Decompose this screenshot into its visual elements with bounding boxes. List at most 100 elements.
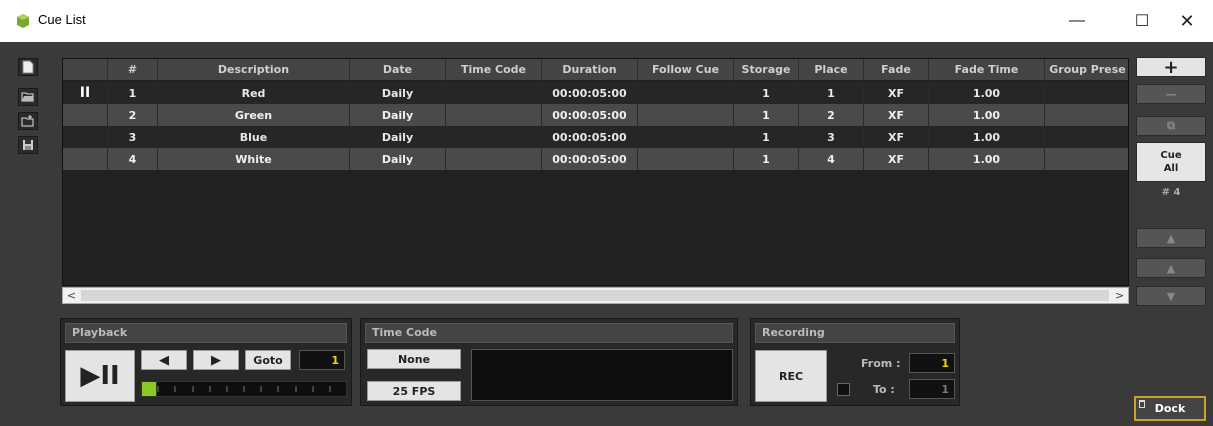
cell-storage[interactable]: 1	[734, 126, 799, 148]
scrollbar-thumb[interactable]	[81, 290, 1109, 301]
dock-label: Dock	[1154, 402, 1186, 415]
playing-indicator	[63, 148, 108, 170]
cell-group-preset[interactable]	[1045, 126, 1128, 148]
cell-time-code[interactable]	[446, 104, 542, 126]
table-row[interactable]: II 1 Red Daily 00:00:05:00 1 1 XF 1.00	[63, 82, 1128, 104]
cell-number[interactable]: 4	[108, 148, 158, 170]
playback-header: Playback	[65, 323, 347, 343]
cell-description[interactable]: Green	[158, 104, 350, 126]
cell-fade-time[interactable]: 1.00	[929, 148, 1045, 170]
cell-duration[interactable]: 00:00:05:00	[542, 148, 638, 170]
play-pause-button[interactable]: ▶II	[65, 350, 135, 402]
cell-group-preset[interactable]	[1045, 82, 1128, 104]
cell-date[interactable]: Daily	[350, 104, 446, 126]
playing-indicator	[63, 126, 108, 148]
column-header-fade-time[interactable]: Fade Time	[929, 59, 1045, 80]
column-header-place[interactable]: Place	[799, 59, 864, 80]
cell-follow-cue[interactable]	[638, 148, 734, 170]
cell-follow-cue[interactable]	[638, 82, 734, 104]
move-to-top-button[interactable]: ▲	[1136, 228, 1206, 248]
dock-button[interactable]: Dock	[1134, 396, 1206, 421]
cell-number[interactable]: 3	[108, 126, 158, 148]
cell-fade[interactable]: XF	[864, 126, 929, 148]
playback-progress-bar[interactable]	[141, 381, 347, 397]
cell-description[interactable]: Red	[158, 82, 350, 104]
column-header-duration[interactable]: Duration	[542, 59, 638, 80]
import-cue-list-button[interactable]	[18, 112, 38, 130]
column-header-follow-cue[interactable]: Follow Cue	[638, 59, 734, 80]
open-cue-list-button[interactable]	[18, 88, 38, 106]
playing-indicator: II	[63, 82, 108, 104]
cell-time-code[interactable]	[446, 82, 542, 104]
scroll-left-arrow[interactable]: <	[63, 288, 80, 303]
column-header-play[interactable]	[63, 59, 108, 80]
scroll-right-arrow[interactable]: >	[1111, 288, 1128, 303]
cell-fade[interactable]: XF	[864, 104, 929, 126]
cell-description[interactable]: White	[158, 148, 350, 170]
move-up-button[interactable]: ▲	[1136, 258, 1206, 278]
column-header-description[interactable]: Description	[158, 59, 350, 80]
cell-number[interactable]: 2	[108, 104, 158, 126]
close-button[interactable]: ✕	[1165, 0, 1209, 42]
cell-group-preset[interactable]	[1045, 148, 1128, 170]
save-cue-list-button[interactable]	[18, 136, 38, 154]
move-down-button[interactable]: ▼	[1136, 286, 1206, 306]
cell-fade-time[interactable]: 1.00	[929, 126, 1045, 148]
table-row[interactable]: 2 Green Daily 00:00:05:00 1 2 XF 1.00	[63, 104, 1128, 126]
cell-place[interactable]: 4	[799, 148, 864, 170]
cell-group-preset[interactable]	[1045, 104, 1128, 126]
cell-date[interactable]: Daily	[350, 82, 446, 104]
cell-place[interactable]: 1	[799, 82, 864, 104]
cell-follow-cue[interactable]	[638, 104, 734, 126]
next-cue-button[interactable]: ▶	[193, 350, 239, 370]
cue-all-button[interactable]: Cue All	[1136, 142, 1206, 182]
column-header-date[interactable]: Date	[350, 59, 446, 80]
cell-storage[interactable]: 1	[734, 104, 799, 126]
cell-duration[interactable]: 00:00:05:00	[542, 82, 638, 104]
previous-cue-button[interactable]: ◀	[141, 350, 187, 370]
cell-time-code[interactable]	[446, 148, 542, 170]
from-cue-input[interactable]: 1	[909, 353, 955, 373]
column-header-storage[interactable]: Storage	[734, 59, 799, 80]
cell-storage[interactable]: 1	[734, 148, 799, 170]
cell-description[interactable]: Blue	[158, 126, 350, 148]
horizontal-scrollbar[interactable]: < >	[62, 287, 1129, 304]
new-cue-list-button[interactable]	[18, 58, 38, 76]
table-row[interactable]: 4 White Daily 00:00:05:00 1 4 XF 1.00	[63, 148, 1128, 170]
column-header-number[interactable]: #	[108, 59, 158, 80]
cell-number[interactable]: 1	[108, 82, 158, 104]
cell-duration[interactable]: 00:00:05:00	[542, 126, 638, 148]
goto-cue-input[interactable]: 1	[299, 350, 345, 370]
column-header-time-code[interactable]: Time Code	[446, 59, 542, 80]
cue-table[interactable]: # Description Date Time Code Duration Fo…	[62, 58, 1129, 286]
minimize-button[interactable]: —	[1055, 0, 1099, 42]
time-code-fps-button[interactable]: 25 FPS	[367, 381, 461, 401]
cell-follow-cue[interactable]	[638, 126, 734, 148]
add-cue-button[interactable]: +	[1136, 57, 1206, 78]
to-cue-input[interactable]: 1	[909, 379, 955, 399]
maximize-button[interactable]: ☐	[1120, 0, 1164, 42]
cell-date[interactable]: Daily	[350, 148, 446, 170]
goto-button[interactable]: Goto	[245, 350, 291, 370]
time-code-source-button[interactable]: None	[367, 349, 461, 369]
cell-fade[interactable]: XF	[864, 82, 929, 104]
cell-duration[interactable]: 00:00:05:00	[542, 104, 638, 126]
cue-table-header: # Description Date Time Code Duration Fo…	[63, 59, 1128, 80]
cell-place[interactable]: 3	[799, 126, 864, 148]
copy-cue-button[interactable]: ⧉	[1136, 116, 1206, 136]
column-header-group-preset[interactable]: Group Prese	[1045, 59, 1128, 80]
cell-place[interactable]: 2	[799, 104, 864, 126]
recording-header: Recording	[755, 323, 955, 343]
record-range-checkbox[interactable]	[837, 383, 850, 396]
remove-cue-button[interactable]: —	[1136, 84, 1206, 104]
cell-fade-time[interactable]: 1.00	[929, 82, 1045, 104]
cell-fade[interactable]: XF	[864, 148, 929, 170]
cell-time-code[interactable]	[446, 126, 542, 148]
playing-indicator	[63, 104, 108, 126]
column-header-fade[interactable]: Fade	[864, 59, 929, 80]
table-row[interactable]: 3 Blue Daily 00:00:05:00 1 3 XF 1.00	[63, 126, 1128, 148]
cell-storage[interactable]: 1	[734, 82, 799, 104]
record-button[interactable]: REC	[755, 350, 827, 402]
cell-date[interactable]: Daily	[350, 126, 446, 148]
cell-fade-time[interactable]: 1.00	[929, 104, 1045, 126]
